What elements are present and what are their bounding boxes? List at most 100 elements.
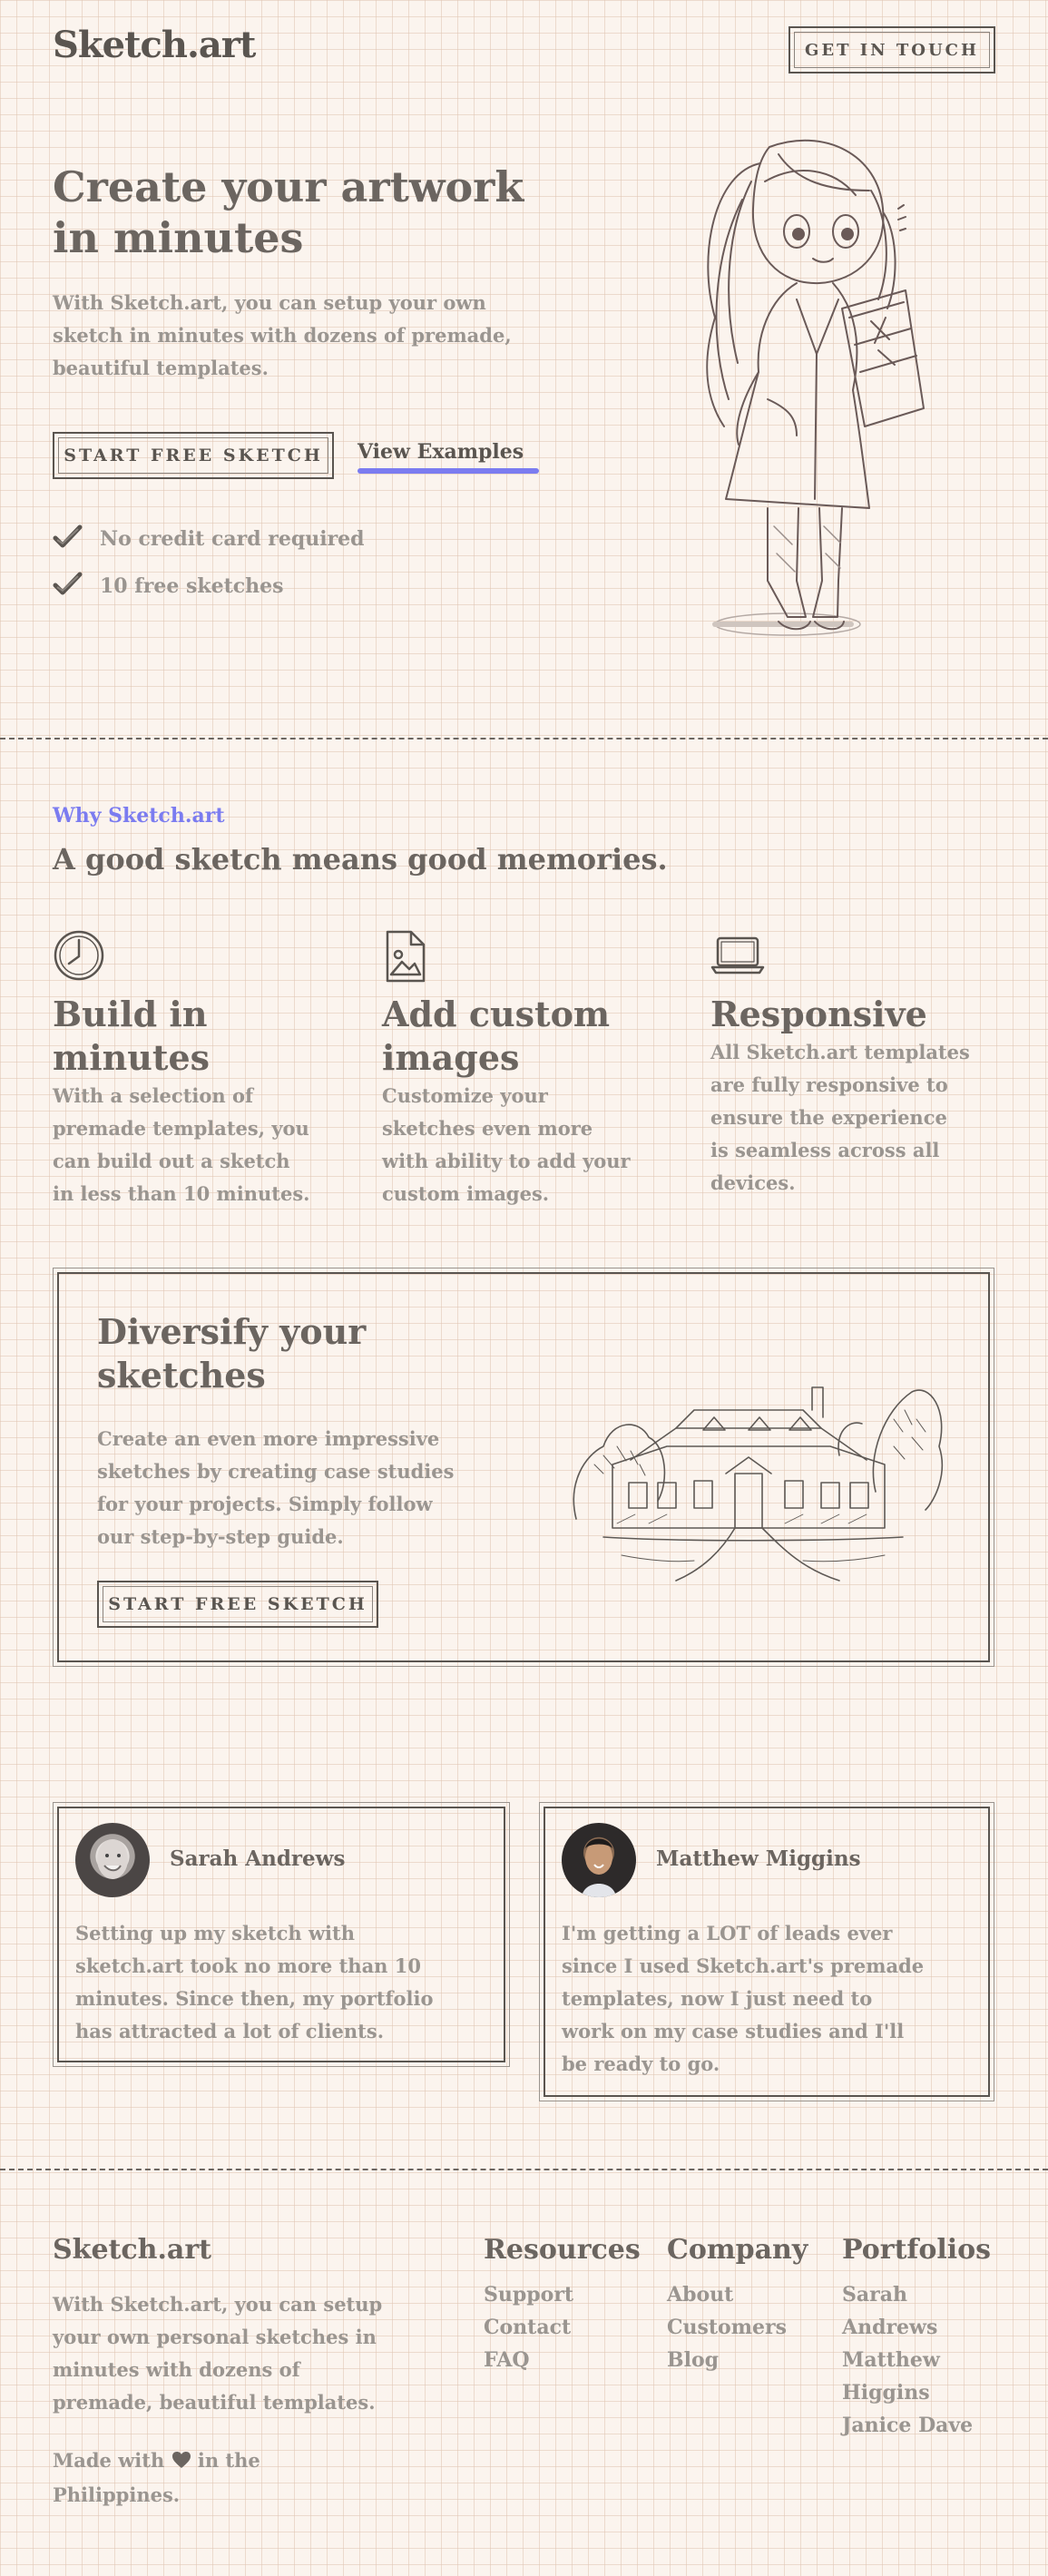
feature-title: Responsive xyxy=(710,993,1019,1036)
feature-responsive: Responsive All Sketch.art templates are … xyxy=(710,929,1019,1200)
hero-girl-illustration xyxy=(661,127,951,653)
footer-column-portfolios: Portfolios Sarah Andrews Matthew Higgins… xyxy=(842,2234,991,2442)
footer-link-higgins[interactable]: Higgins xyxy=(842,2376,991,2409)
why-eyebrow: Why Sketch.art xyxy=(53,804,225,828)
feature-text-line: custom images. xyxy=(382,1182,550,1205)
feature-text-line: sketches even more xyxy=(382,1117,593,1140)
footer-link-faq[interactable]: FAQ xyxy=(484,2344,641,2376)
testimonial-quote-line: work on my case studies and I'll xyxy=(562,2020,905,2042)
footer-logo[interactable]: Sketch.art xyxy=(53,2234,211,2266)
check-item: No credit card required xyxy=(53,524,365,553)
start-free-sketch-button[interactable]: START FREE SKETCH xyxy=(53,432,334,479)
footer-link-matthew[interactable]: Matthew xyxy=(842,2344,991,2376)
testimonial-quote: I'm getting a LOT of leads ever since I … xyxy=(562,1917,979,2081)
feature-text-line: devices. xyxy=(710,1171,796,1194)
footer-description-line: premade, beautiful templates. xyxy=(53,2391,376,2414)
hero-title-line2: in minutes xyxy=(53,213,304,262)
diversify-title: Diversify your sketches xyxy=(97,1310,366,1397)
heart-icon xyxy=(171,2446,191,2479)
footer-column-company: Company About Customers Blog xyxy=(667,2234,808,2376)
laptop-icon xyxy=(710,929,765,984)
feature-title: Add custom images xyxy=(382,993,681,1080)
diversify-title-line: sketches xyxy=(97,1355,266,1396)
feature-text-line: All Sketch.art templates xyxy=(710,1041,970,1063)
feature-title-line: Responsive xyxy=(710,994,927,1034)
hero-description-line: With Sketch.art, you can setup your own xyxy=(53,291,486,314)
footer-link-andrews[interactable]: Andrews xyxy=(842,2311,991,2344)
made-with-note: Made with in the Philippines. xyxy=(53,2444,452,2512)
feature-text-line: With a selection of xyxy=(53,1084,254,1107)
diversify-text-line: Create an even more impressive xyxy=(97,1427,440,1450)
testimonial-quote-line: has attracted a lot of clients. xyxy=(75,2020,384,2042)
feature-text-line: can build out a sketch xyxy=(53,1150,290,1172)
diversify-start-free-sketch-button[interactable]: START FREE SKETCH xyxy=(97,1581,378,1628)
view-examples-link[interactable]: View Examples xyxy=(357,440,524,464)
avatar xyxy=(75,1823,150,1897)
check-item: 10 free sketches xyxy=(53,572,284,601)
diversify-text-line: sketches by creating case studies xyxy=(97,1460,455,1483)
testimonial-quote-line: sketch.art took no more than 10 xyxy=(75,1954,421,1977)
testimonial-quote-line: be ready to go. xyxy=(562,2052,720,2075)
footer-description-line: your own personal sketches in xyxy=(53,2326,377,2348)
feature-title-line: Build in xyxy=(53,994,208,1034)
testimonial-name: Sarah Andrews xyxy=(170,1846,346,1871)
footer-column-resources: Resources Support Contact FAQ xyxy=(484,2234,641,2376)
checkmark-icon xyxy=(53,524,87,553)
footer-description: With Sketch.art, you can setup your own … xyxy=(53,2288,452,2419)
view-examples-underline xyxy=(357,468,539,474)
testimonial-quote-line: since I used Sketch.art's premade xyxy=(562,1954,925,1977)
footer-link-support[interactable]: Support xyxy=(484,2278,641,2311)
avatar xyxy=(562,1823,636,1897)
check-label: 10 free sketches xyxy=(100,574,284,598)
footer-column-heading: Company xyxy=(667,2234,808,2266)
testimonial-quote-line: templates, now I just need to xyxy=(562,1987,873,2010)
footer-column-heading: Resources xyxy=(484,2234,641,2266)
feature-build-in-minutes: Build in minutes With a selection of pre… xyxy=(53,929,352,1210)
diversify-title-line: Diversify your xyxy=(97,1311,367,1352)
site-logo[interactable]: Sketch.art xyxy=(53,24,256,66)
made-with-line: Made with in the xyxy=(53,2444,452,2479)
get-in-touch-button[interactable]: GET IN TOUCH xyxy=(788,26,995,73)
footer-link-about[interactable]: About xyxy=(667,2278,808,2311)
footer-description-line: minutes with dozens of xyxy=(53,2358,300,2381)
feature-title: Build in minutes xyxy=(53,993,352,1080)
footer-link-contact[interactable]: Contact xyxy=(484,2311,641,2344)
made-with-suffix: in the xyxy=(197,2449,260,2472)
footer-link-sarah[interactable]: Sarah xyxy=(842,2278,991,2311)
feature-title-line: minutes xyxy=(53,1037,211,1078)
feature-title-line: images xyxy=(382,1037,520,1078)
footer-link-janice-dave[interactable]: Janice Dave xyxy=(842,2409,991,2442)
footer-column-heading: Portfolios xyxy=(842,2234,992,2266)
testimonial-card: Matthew Miggins I'm getting a LOT of lea… xyxy=(539,1802,994,2101)
checkmark-icon xyxy=(53,572,87,601)
diversify-card: Diversify your sketches Create an even m… xyxy=(53,1268,994,1667)
section-divider xyxy=(0,738,1048,739)
diversify-text: Create an even more impressive sketches … xyxy=(97,1423,569,1553)
image-file-icon xyxy=(382,929,436,984)
hero-title: Create your artwork in minutes xyxy=(53,162,615,263)
hero-description: With Sketch.art, you can setup your own … xyxy=(53,287,615,385)
check-label: No credit card required xyxy=(100,527,365,551)
footer-link-blog[interactable]: Blog xyxy=(667,2344,808,2376)
hero-description-line: beautiful templates. xyxy=(53,357,269,379)
diversify-text-line: for your projects. Simply follow xyxy=(97,1493,433,1515)
testimonial-quote-line: Setting up my sketch with xyxy=(75,1922,355,1944)
feature-text-line: premade templates, you xyxy=(53,1117,309,1140)
testimonial-quote-line: I'm getting a LOT of leads ever xyxy=(562,1922,893,1944)
why-heading: A good sketch means good memories. xyxy=(53,842,668,877)
feature-text-line: are fully responsive to xyxy=(710,1073,948,1096)
footer-divider xyxy=(0,2169,1048,2170)
feature-text-line: in less than 10 minutes. xyxy=(53,1182,310,1205)
testimonial-quote-line: minutes. Since then, my portfolio xyxy=(75,1987,434,2010)
testimonial-name: Matthew Miggins xyxy=(656,1846,861,1871)
feature-add-custom-images: Add custom images Customize your sketche… xyxy=(382,929,681,1210)
feature-text-line: is seamless across all xyxy=(710,1139,940,1161)
hero-title-line1: Create your artwork xyxy=(53,162,524,211)
feature-text-line: ensure the experience xyxy=(710,1106,947,1129)
testimonial-card: Sarah Andrews Setting up my sketch with … xyxy=(53,1802,510,2067)
feature-text-line: with ability to add your xyxy=(382,1150,631,1172)
footer-link-customers[interactable]: Customers xyxy=(667,2311,808,2344)
made-with-line: Philippines. xyxy=(53,2483,181,2506)
feature-title-line: Add custom xyxy=(382,994,611,1034)
diversify-text-line: our step-by-step guide. xyxy=(97,1525,344,1548)
